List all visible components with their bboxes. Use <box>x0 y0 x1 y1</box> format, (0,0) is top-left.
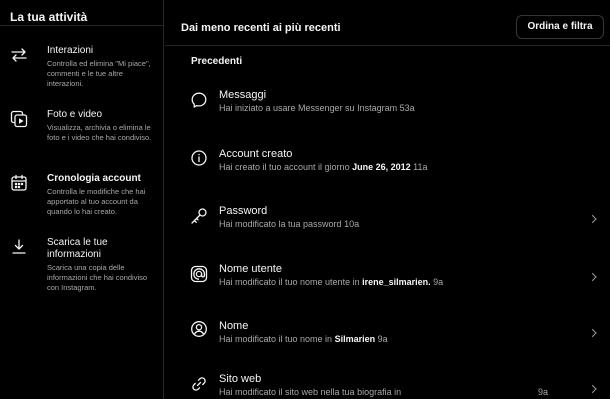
key-icon <box>190 207 208 225</box>
sidebar-item-interazioni[interactable]: Interazioni Controlla ed elimina "Mi pia… <box>0 44 163 94</box>
download-icon <box>10 238 28 256</box>
section-label: Precedenti <box>191 56 243 67</box>
sidebar-item-cronologia-account[interactable]: Cronologia account Controlla le modifich… <box>0 172 163 222</box>
activity-subtitle: Hai modificato la tua password 10a <box>219 219 360 229</box>
username-icon <box>190 265 208 283</box>
header: Dai meno recenti ai più recenti Ordina e… <box>165 0 610 46</box>
interactions-icon <box>10 46 28 64</box>
activity-subtitle: Hai modificato il tuo nome in Silmarien … <box>219 334 388 344</box>
chevron-right-icon <box>589 384 599 394</box>
activity-row-nome[interactable]: Nome Hai modificato il tuo nome in Silma… <box>165 320 610 360</box>
sidebar-title: La tua attività <box>0 0 163 26</box>
sort-filter-button[interactable]: Ordina e filtra <box>516 15 604 39</box>
messenger-icon <box>190 91 208 109</box>
chevron-right-icon <box>589 272 599 282</box>
activity-row-nome-utente[interactable]: Nome utente Hai modificato il tuo nome u… <box>165 262 610 302</box>
sidebar-item-desc: Controlla ed elimina "Mi piace", comment… <box>47 59 151 88</box>
sidebar-item-foto-video[interactable]: Foto e video Visualizza, archivia o elim… <box>0 108 163 158</box>
sidebar-item-desc: Visualizza, archivia o elimina le foto e… <box>47 123 152 142</box>
activity-title: Messaggi <box>219 89 267 101</box>
link-icon <box>190 375 208 393</box>
user-icon <box>190 320 208 338</box>
sidebar-item-label: Cronologia account <box>47 173 141 184</box>
sidebar-item-desc: Scarica una copia delle informazioni che… <box>47 263 148 292</box>
activity-subtitle: Hai modificato il tuo nome utente in ire… <box>219 277 444 287</box>
photo-video-icon <box>10 110 28 128</box>
sidebar-item-desc: Controlla le modifiche che hai apportato… <box>47 187 146 216</box>
sidebar-item-label: Interazioni <box>47 45 94 56</box>
sidebar-item-scarica-informazioni[interactable]: Scarica le tue informazioni Scarica una … <box>0 236 163 298</box>
activity-subtitle: Hai modificato il sito web nella tua bio… <box>219 387 402 397</box>
activity-row-password[interactable]: Password Hai modificato la tua password … <box>165 204 610 244</box>
sidebar-item-label: Scarica le tue informazioni <box>47 237 108 260</box>
activity-row-messaggi[interactable]: Messaggi Hai iniziato a usare Messenger … <box>165 86 610 126</box>
activity-subtitle: Hai iniziato a usare Messenger su Instag… <box>219 103 415 113</box>
sidebar-item-label: Foto e video <box>47 109 103 120</box>
activity-subtitle: Hai creato il tuo account il giorno June… <box>219 162 428 172</box>
chevron-right-icon <box>589 328 599 338</box>
activity-title: Account creato <box>219 148 293 160</box>
activity-title: Nome <box>219 320 249 332</box>
sidebar: La tua attività Interazioni Controlla ed… <box>0 0 164 399</box>
activity-row-account-creato[interactable]: Account creato Hai creato il tuo account… <box>165 146 610 186</box>
activity-title: Sito web <box>219 373 262 385</box>
info-icon <box>190 149 208 167</box>
calendar-icon <box>10 174 28 192</box>
activity-title: Nome utente <box>219 263 282 275</box>
activity-time: 9a <box>538 387 549 397</box>
activity-title: Password <box>219 205 268 217</box>
activity-row-sito-web[interactable]: Sito web Hai modificato il sito web nell… <box>165 373 610 399</box>
chevron-right-icon <box>589 214 599 224</box>
sort-order-label: Dai meno recenti ai più recenti <box>181 22 341 34</box>
